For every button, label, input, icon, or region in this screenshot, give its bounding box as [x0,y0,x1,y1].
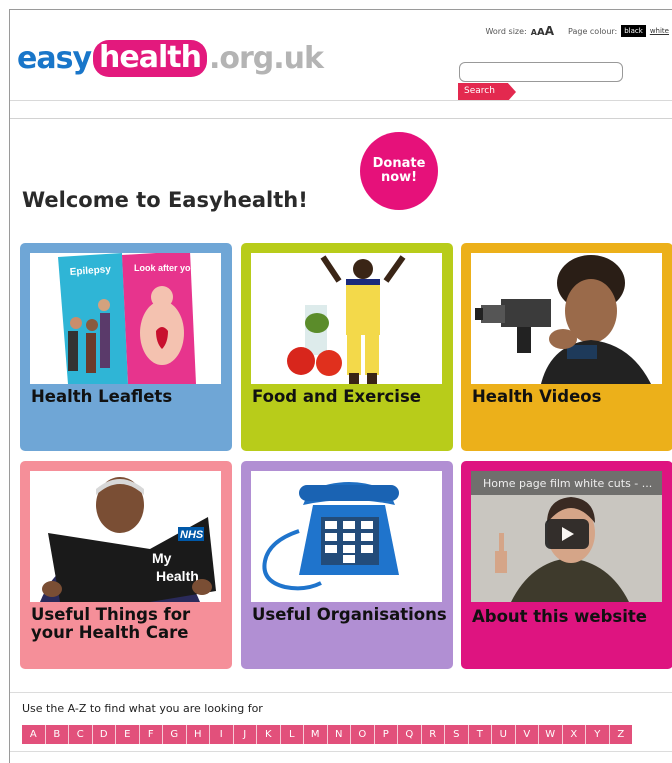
page-colour-white-button[interactable]: white [650,27,669,35]
az-letter-w[interactable]: W [539,725,563,744]
tile-label: Food and Exercise [252,387,421,406]
az-letter-c[interactable]: C [69,725,93,744]
header-divider-lower [10,118,672,119]
tile-health-videos[interactable]: Health Videos [461,243,672,451]
az-letter-m[interactable]: M [304,725,328,744]
page-title: Welcome to Easyhealth! [22,188,308,212]
tile-label: Useful Things for your Health Care [31,605,191,643]
accessibility-tools: Word size: AAA Page colour: black white [485,24,669,38]
health-videos-image [471,253,662,384]
tile-label: Health Videos [472,387,602,406]
az-letter-f[interactable]: F [139,725,163,744]
az-letter-v[interactable]: V [515,725,539,744]
logo-part-health: health [93,39,207,77]
az-letter-s[interactable]: S [445,725,469,744]
az-letter-k[interactable]: K [257,725,281,744]
leaflet-text-heart-line: Look after your heart [134,263,221,273]
book-text-nhs: NHS [180,529,204,541]
telephone-image [251,471,442,602]
az-letter-x[interactable]: X [562,725,586,744]
az-letter-a[interactable]: A [22,725,46,744]
az-letter-g[interactable]: G [163,725,187,744]
leaflet-text-heart: Look after your heart [134,263,221,273]
az-letter-n[interactable]: N [327,725,351,744]
az-letter-e[interactable]: E [116,725,140,744]
tile-useful-organisations[interactable]: Useful Organisations [241,461,453,669]
tile-food-and-exercise[interactable]: Food and Exercise [241,243,453,451]
tile-about-this-website[interactable]: Home page film white cuts - ... About th… [461,461,672,669]
book-text-my: My [152,550,172,566]
az-letter-y[interactable]: Y [586,725,610,744]
az-letter-p[interactable]: P [374,725,398,744]
donate-button[interactable]: Donate now! [360,132,438,210]
word-size-large[interactable]: A [545,24,554,38]
az-divider [10,692,672,693]
site-logo[interactable]: easy health .org.uk [17,38,324,78]
az-letter-h[interactable]: H [186,725,210,744]
page-frame: easy health .org.uk Word size: AAA Page … [9,9,672,763]
tile-label: About this website [472,607,647,626]
page-colour-label: Page colour: [568,26,618,36]
az-letter-z[interactable]: Z [609,725,632,744]
word-size-controls: AAA [531,24,554,38]
az-letter-r[interactable]: R [421,725,445,744]
az-letter-b[interactable]: B [45,725,69,744]
bottom-divider [10,751,672,752]
word-size-medium[interactable]: A [537,27,545,38]
video-title: Home page film white cuts - ... [483,477,653,490]
tile-health-leaflets[interactable]: Epilepsy Look after your heart Health Le… [20,243,232,451]
logo-part-easy: easy [17,40,92,76]
health-care-image: NHS My Health [30,471,221,602]
az-letter-d[interactable]: D [92,725,116,744]
health-leaflets-image: Epilepsy Look after your heart [30,253,221,384]
az-letter-j[interactable]: J [233,725,257,744]
az-letter-i[interactable]: I [210,725,234,744]
video-player[interactable]: Home page film white cuts - ... [471,471,662,602]
word-size-label: Word size: [485,26,527,36]
food-and-exercise-image [251,253,442,384]
az-index: ABCDEFGHIJKLMNOPQRSTUVWXYZ [22,725,632,744]
page-colour-black-button[interactable]: black [621,25,646,37]
play-icon[interactable] [545,519,589,549]
az-letter-u[interactable]: U [492,725,516,744]
tile-label: Useful Organisations [252,605,447,624]
header: easy health .org.uk Word size: AAA Page … [10,10,672,110]
search-button[interactable]: Search [458,83,516,101]
az-letter-t[interactable]: T [468,725,492,744]
header-divider [10,100,672,101]
search-input[interactable] [459,62,623,82]
az-letter-q[interactable]: Q [398,725,422,744]
az-prompt: Use the A-Z to find what you are looking… [22,702,263,715]
tile-useful-things-health-care[interactable]: NHS My Health Useful Things for your Hea… [20,461,232,669]
book-text-health: Health [156,568,199,584]
logo-part-domain: .org.uk [208,40,324,76]
az-letter-o[interactable]: O [351,725,375,744]
az-letter-l[interactable]: L [280,725,304,744]
tile-label: Health Leaflets [31,387,173,406]
